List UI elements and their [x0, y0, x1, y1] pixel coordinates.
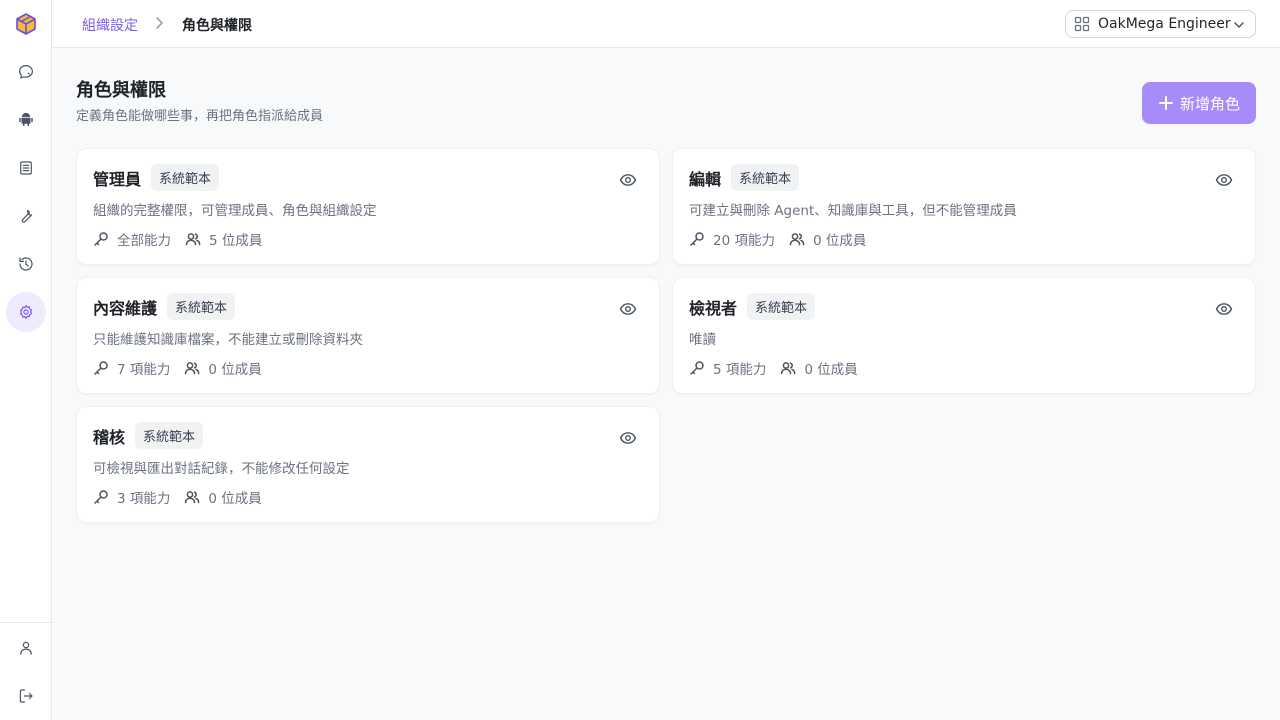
key-icon [94, 490, 108, 504]
topbar: 組織設定 角色與權限 OakMega Engineer [52, 0, 1280, 48]
document-icon [20, 161, 32, 175]
role-meta: 20 項能力 0 位成員 [689, 229, 866, 249]
role-capabilities: 5 項能力 [713, 362, 767, 378]
role-capabilities: 7 項能力 [117, 362, 171, 378]
role-template-badge: 系統範本 [135, 422, 204, 449]
role-description: 可檢視與匯出對話紀錄，不能修改任何設定 [93, 461, 350, 477]
eye-icon[interactable] [1215, 300, 1233, 318]
user-icon [20, 641, 32, 655]
role-template-badge: 系統範本 [167, 293, 236, 320]
users-icon [781, 362, 796, 375]
role-members: 5 位成員 [209, 233, 263, 249]
sidebar-item-logout[interactable] [6, 676, 46, 716]
sidebar-item-tools[interactable] [6, 196, 46, 236]
role-template-badge: 系統範本 [151, 164, 220, 191]
eye-icon[interactable] [1215, 171, 1233, 189]
breadcrumb-parent-link[interactable]: 組織設定 [82, 15, 138, 35]
role-capabilities: 全部能力 [117, 233, 171, 249]
chevron-down-icon [1234, 22, 1244, 28]
role-description: 只能維護知識庫檔案，不能建立或刪除資料夾 [93, 332, 363, 348]
gear-icon [19, 305, 33, 319]
key-icon [94, 361, 108, 375]
key-icon [690, 232, 704, 246]
eye-icon[interactable] [619, 300, 637, 318]
role-name: 管理員 [93, 169, 142, 189]
chevron-right-icon [156, 17, 163, 29]
android-icon [19, 112, 33, 126]
key-icon [690, 361, 704, 375]
sidebar-item-agents[interactable] [6, 100, 46, 140]
sidebar-divider [0, 622, 52, 623]
role-template-badge: 系統範本 [731, 164, 800, 191]
key-icon [94, 232, 108, 246]
logout-icon [19, 689, 33, 703]
role-description: 唯讀 [689, 332, 716, 348]
history-icon [19, 257, 33, 271]
role-name: 稽核 [93, 427, 126, 447]
sidebar-item-chat[interactable] [6, 52, 46, 92]
role-name: 編輯 [689, 169, 722, 189]
role-template-badge: 系統範本 [747, 293, 816, 320]
chat-icon [19, 65, 33, 79]
role-description: 組織的完整權限，可管理成員、角色與組織設定 [93, 203, 377, 219]
sidebar [0, 0, 52, 720]
role-card-auditor[interactable]: 稽核 系統範本 可檢視與匯出對話紀錄，不能修改任何設定 3 項能力 0 位成員 [76, 406, 660, 523]
app-logo-icon[interactable] [14, 12, 38, 36]
page-subtitle: 定義角色能做哪些事，再把角色指派給成員 [76, 109, 324, 124]
add-role-button[interactable]: 新增角色 [1142, 82, 1256, 124]
users-icon [185, 233, 201, 246]
sidebar-item-profile[interactable] [6, 628, 46, 668]
role-meta: 全部能力 5 位成員 [93, 229, 262, 249]
organization-selector[interactable]: OakMega Engineer [1065, 10, 1256, 38]
role-name: 檢視者 [689, 298, 738, 318]
wrench-icon [21, 209, 33, 223]
role-members: 0 位成員 [812, 233, 867, 249]
add-role-label: 新增角色 [1179, 94, 1240, 113]
breadcrumb-current: 角色與權限 [182, 18, 252, 34]
users-icon [185, 491, 200, 504]
role-card-viewer[interactable]: 檢視者 系統範本 唯讀 5 項能力 0 位成員 [672, 277, 1256, 394]
sidebar-item-history[interactable] [6, 244, 46, 284]
eye-icon[interactable] [619, 429, 637, 447]
role-name: 內容維護 [93, 298, 158, 318]
users-icon [789, 233, 805, 246]
eye-icon[interactable] [619, 171, 637, 189]
users-icon [185, 362, 200, 375]
role-card-content-maintainer[interactable]: 內容維護 系統範本 只能維護知識庫檔案，不能建立或刪除資料夾 7 項能力 0 位… [76, 277, 660, 394]
role-members: 0 位成員 [208, 491, 262, 507]
page-title: 角色與權限 [76, 80, 166, 101]
organization-name: OakMega Engineer [1098, 16, 1231, 32]
plus-icon [1158, 96, 1173, 110]
role-capabilities: 3 項能力 [117, 491, 171, 507]
sidebar-item-settings[interactable] [6, 292, 46, 332]
role-description: 可建立與刪除 Agent、知識庫與工具，但不能管理成員 [689, 203, 1017, 219]
role-meta: 5 項能力 0 位成員 [689, 358, 858, 378]
role-card-editor[interactable]: 編輯 系統範本 可建立與刪除 Agent、知識庫與工具，但不能管理成員 20 項… [672, 148, 1256, 265]
role-members: 0 位成員 [804, 362, 858, 378]
role-meta: 3 項能力 0 位成員 [93, 487, 262, 507]
role-members: 0 位成員 [208, 362, 262, 378]
role-capabilities: 20 項能力 [713, 233, 775, 249]
role-meta: 7 項能力 0 位成員 [93, 358, 262, 378]
sidebar-item-knowledge[interactable] [6, 148, 46, 188]
role-card-admin[interactable]: 管理員 系統範本 組織的完整權限，可管理成員、角色與組織設定 全部能力 5 位成… [76, 148, 660, 265]
grid-icon [1074, 16, 1090, 32]
